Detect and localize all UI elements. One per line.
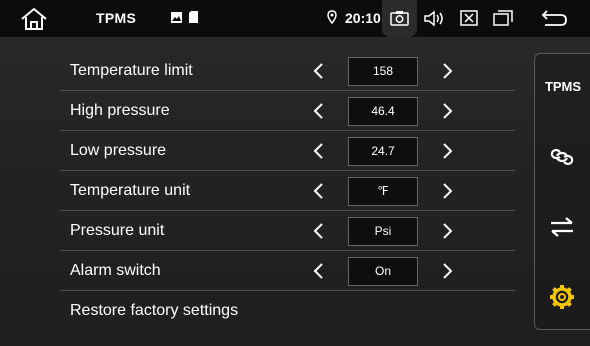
setting-value: Psi xyxy=(348,217,418,246)
tab-swap[interactable] xyxy=(535,202,590,252)
setting-value: 158 xyxy=(348,57,418,86)
setting-value: 46.4 xyxy=(348,97,418,126)
clock: 20:10 xyxy=(345,10,381,26)
settings-list: Temperature limit 158 High pressure 46.4… xyxy=(60,51,515,331)
camera-button[interactable] xyxy=(382,0,417,37)
tab-settings[interactable] xyxy=(535,272,590,322)
setting-value: ℉ xyxy=(348,177,418,206)
setting-value: 24.7 xyxy=(348,137,418,166)
camera-icon xyxy=(390,11,409,26)
swap-icon xyxy=(551,217,573,237)
setting-label: Temperature unit xyxy=(70,182,191,199)
setting-label: Pressure unit xyxy=(70,222,165,239)
chevron-right-icon[interactable] xyxy=(440,142,454,160)
chevron-left-icon[interactable] xyxy=(312,182,326,200)
chevron-right-icon[interactable] xyxy=(440,262,454,280)
home-icon[interactable] xyxy=(20,7,48,31)
location-icon xyxy=(327,10,337,25)
volume-icon[interactable] xyxy=(424,10,444,27)
setting-label: High pressure xyxy=(70,102,170,119)
chevron-right-icon[interactable] xyxy=(440,182,454,200)
restore-factory-settings[interactable]: Restore factory settings xyxy=(60,291,515,331)
tab-tpms[interactable]: TPMS xyxy=(535,64,590,114)
setting-row-temperature-unit: Temperature unit ℉ xyxy=(60,171,515,211)
chevron-left-icon[interactable] xyxy=(312,62,326,80)
gallery-icon xyxy=(171,12,182,23)
sd-card-icon xyxy=(189,11,198,23)
setting-label: Alarm switch xyxy=(70,262,161,279)
chevron-left-icon[interactable] xyxy=(312,262,326,280)
gear-icon xyxy=(550,285,574,309)
chevron-right-icon[interactable] xyxy=(440,222,454,240)
setting-row-high-pressure: High pressure 46.4 xyxy=(60,91,515,131)
chevron-left-icon[interactable] xyxy=(312,102,326,120)
chevron-right-icon[interactable] xyxy=(440,62,454,80)
setting-label: Low pressure xyxy=(70,142,167,159)
setting-row-pressure-unit: Pressure unit Psi xyxy=(60,211,515,251)
app-title: TPMS xyxy=(96,10,137,26)
windows-icon[interactable] xyxy=(493,10,513,26)
setting-row-alarm-switch: Alarm switch On xyxy=(60,251,515,291)
close-box-icon[interactable] xyxy=(460,10,478,26)
setting-row-temperature-limit: Temperature limit 158 xyxy=(60,51,515,91)
setting-value: On xyxy=(348,257,418,286)
right-sidebar: TPMS xyxy=(534,53,590,330)
chevron-left-icon[interactable] xyxy=(312,222,326,240)
chevron-left-icon[interactable] xyxy=(312,142,326,160)
restore-label: Restore factory settings xyxy=(70,302,239,319)
setting-label: Temperature limit xyxy=(70,62,193,79)
status-bar: TPMS 20:10 xyxy=(0,0,590,37)
link-icon xyxy=(550,149,574,165)
back-icon[interactable] xyxy=(541,9,568,27)
chevron-right-icon[interactable] xyxy=(440,102,454,120)
tab-pairing[interactable] xyxy=(535,132,590,182)
setting-row-low-pressure: Low pressure 24.7 xyxy=(60,131,515,171)
